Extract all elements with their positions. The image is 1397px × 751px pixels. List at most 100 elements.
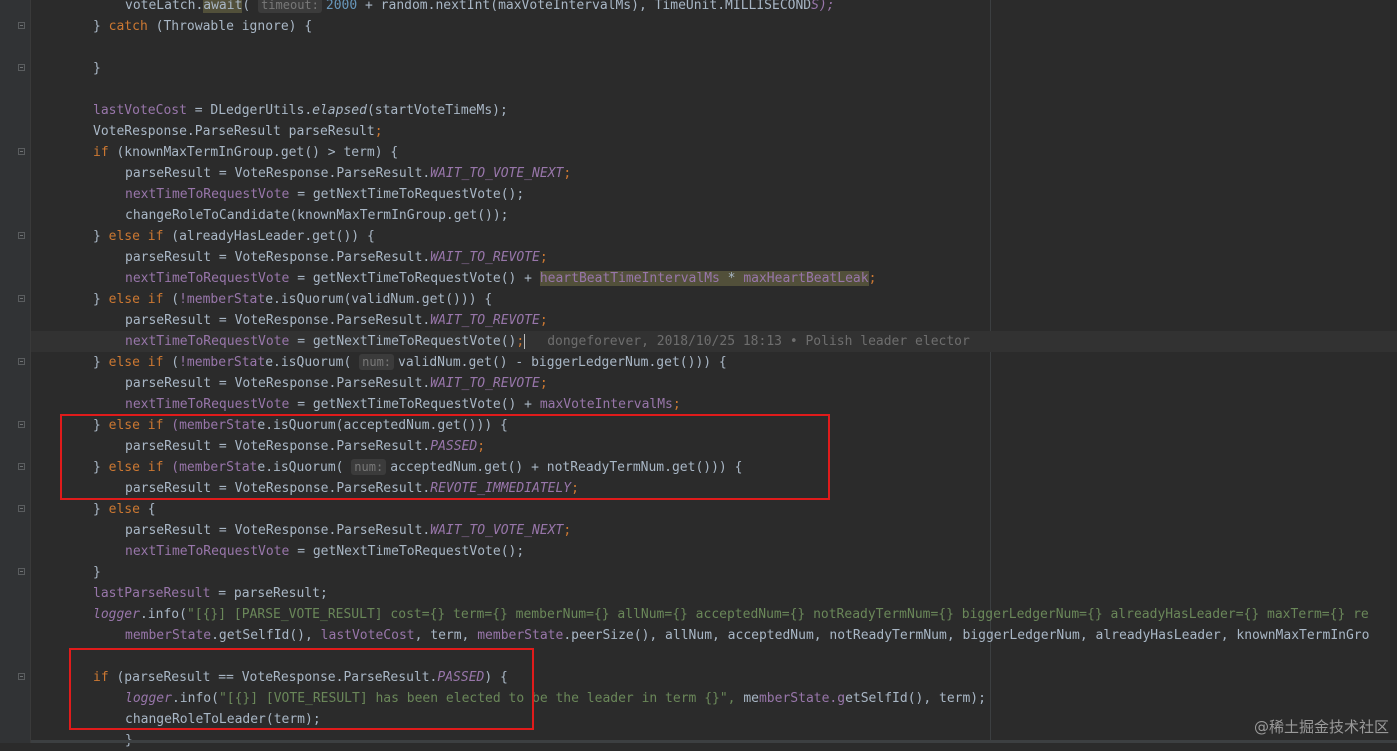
code-token: ; (868, 271, 877, 286)
code-token: ; (516, 334, 525, 349)
code-line: parseResult = VoteResponse.ParseResult.W… (31, 310, 1397, 331)
code-line: parseResult = VoteResponse.ParseResult.W… (31, 163, 1397, 184)
code-line: changeRoleToCandidate(knownMaxTermInGrou… (31, 205, 1397, 226)
code-token: WAIT_TO_REVOTE (430, 250, 540, 265)
code-text: } catch (Throwable ignore) { (93, 19, 313, 34)
code-line: } else if (alreadyHasLeader.get()) { (31, 226, 1397, 247)
code-text: nextTimeToRequestVote = getNextTimeToReq… (125, 187, 525, 202)
code-line-current: nextTimeToRequestVote = getNextTimeToReq… (31, 331, 1397, 352)
code-token: else if (108, 229, 164, 244)
fold-marker[interactable] (18, 232, 25, 239)
code-line: } else if (!memberState.isQuorum(validNu… (31, 289, 1397, 310)
code-text: } else if (!memberState.isQuorum(validNu… (93, 292, 493, 307)
code-text: changeRoleToCandidate(knownMaxTermInGrou… (125, 208, 509, 223)
code-token: WAIT_TO_REVOTE (430, 313, 540, 328)
fold-marker[interactable] (18, 505, 25, 512)
code-line: } else { (31, 499, 1397, 520)
fold-marker[interactable] (18, 421, 25, 428)
code-token: ; (672, 397, 681, 412)
code-line: parseResult = VoteResponse.ParseResult.W… (31, 373, 1397, 394)
code-token: catch (108, 19, 148, 34)
code-token: WAIT_TO_VOTE_NEXT (430, 166, 564, 181)
parameter-hint: num: (359, 354, 395, 370)
code-text: parseResult = VoteResponse.ParseResult.W… (125, 250, 548, 265)
highlight-box-quorum-branch (60, 414, 830, 500)
code-token: await (203, 0, 243, 13)
code-token: 2000 (325, 0, 358, 13)
code-text: VoteResponse.ParseResult parseResult; (93, 124, 383, 139)
code-token: ; (563, 523, 572, 538)
code-line: } catch (Throwable ignore) { (31, 16, 1397, 37)
code-token: nextTimeToRequestVote (125, 544, 290, 559)
code-token: lastVoteCost (320, 628, 415, 643)
code-token: else if (108, 355, 164, 370)
code-token: ; (539, 313, 548, 328)
code-token: memberState (477, 628, 564, 643)
code-token: nextTimeToRequestVote (125, 271, 290, 286)
code-token: nextTimeToRequestVote (125, 334, 290, 349)
code-line: nextTimeToRequestVote = getNextTimeToReq… (31, 394, 1397, 415)
code-line: nextTimeToRequestVote = getNextTimeToReq… (31, 541, 1397, 562)
code-token: lastVoteCost (93, 103, 187, 118)
fold-marker[interactable] (18, 463, 25, 470)
code-text: nextTimeToRequestVote = getNextTimeToReq… (125, 271, 877, 286)
code-text: } else { (93, 502, 156, 517)
code-text: lastVoteCost = DLedgerUtils.elapsed(star… (93, 103, 508, 118)
parameter-hint: timeout: (258, 0, 322, 13)
fold-marker[interactable] (18, 568, 25, 575)
code-line: parseResult = VoteResponse.ParseResult.W… (31, 520, 1397, 541)
code-line: memberState.getSelfId(), lastVoteCost, t… (31, 625, 1397, 646)
code-line: if (knownMaxTermInGroup.get() > term) { (31, 142, 1397, 163)
code-token: if (93, 145, 109, 160)
code-text: parseResult = VoteResponse.ParseResult.W… (125, 523, 572, 538)
fold-marker[interactable] (18, 358, 25, 365)
fold-marker[interactable] (18, 22, 25, 29)
code-text: } (93, 565, 101, 580)
code-token: * (719, 271, 744, 286)
code-token: mberState.g (758, 691, 846, 706)
code-text: parseResult = VoteResponse.ParseResult.W… (125, 166, 572, 181)
code-line: } else if (!memberState.isQuorum( num: va… (31, 352, 1397, 373)
code-line: } (31, 562, 1397, 583)
code-token: !memberStat (179, 292, 266, 307)
code-text: nextTimeToRequestVote = getNextTimeToReq… (125, 544, 525, 559)
code-text: } else if (!memberState.isQuorum( num: va… (93, 354, 727, 370)
code-line: voteLatch.await( timeout: 2000 + random.n… (31, 0, 1397, 16)
code-line: nextTimeToRequestVote = getNextTimeToReq… (31, 184, 1397, 205)
code-token: ; (539, 376, 548, 391)
code-token: !memberStat (179, 355, 266, 370)
code-token: ; (563, 166, 572, 181)
code-token: S); (811, 0, 835, 13)
code-token: nextTimeToRequestVote (125, 397, 290, 412)
code-line: logger.info("[{}] [PARSE_VOTE_RESULT] co… (31, 604, 1397, 625)
code-editor[interactable]: voteLatch.await( timeout: 2000 + random.n… (31, 0, 1397, 751)
code-token: lastParseResult (93, 586, 211, 601)
highlight-box-passed-branch (69, 648, 534, 730)
code-text: if (knownMaxTermInGroup.get() > term) { (93, 145, 399, 160)
code-text: memberState.getSelfId(), lastVoteCost, t… (125, 628, 1370, 643)
code-text: } else if (alreadyHasLeader.get()) { (93, 229, 375, 244)
code-text: lastParseResult = parseResult; (93, 586, 328, 601)
code-line: nextTimeToRequestVote = getNextTimeToReq… (31, 268, 1397, 289)
watermark: @稀土掘金技术社区 (1253, 718, 1389, 736)
code-token: else (108, 502, 140, 517)
code-token: elapsed (312, 103, 367, 118)
code-text: nextTimeToRequestVote = getNextTimeToReq… (125, 334, 525, 349)
code-token: "[{}] [PARSE_VOTE_RESULT] cost={} term={… (186, 607, 1369, 622)
code-text: } (93, 61, 101, 76)
fold-marker[interactable] (18, 64, 25, 71)
code-token: maxVoteIntervalMs (539, 397, 673, 412)
code-token: WAIT_TO_REVOTE (430, 376, 540, 391)
code-token: else if (108, 292, 164, 307)
code-line: } (31, 58, 1397, 79)
code-token: maxHeartBeatLeak (743, 271, 869, 286)
code-line: lastVoteCost = DLedgerUtils.elapsed(star… (31, 100, 1397, 121)
fold-marker[interactable] (18, 673, 25, 680)
fold-marker[interactable] (18, 148, 25, 155)
fold-marker[interactable] (18, 295, 25, 302)
code-text: logger.info("[{}] [PARSE_VOTE_RESULT] co… (93, 607, 1369, 622)
code-token: logger (93, 607, 140, 622)
code-token: nextTimeToRequestVote (125, 187, 290, 202)
